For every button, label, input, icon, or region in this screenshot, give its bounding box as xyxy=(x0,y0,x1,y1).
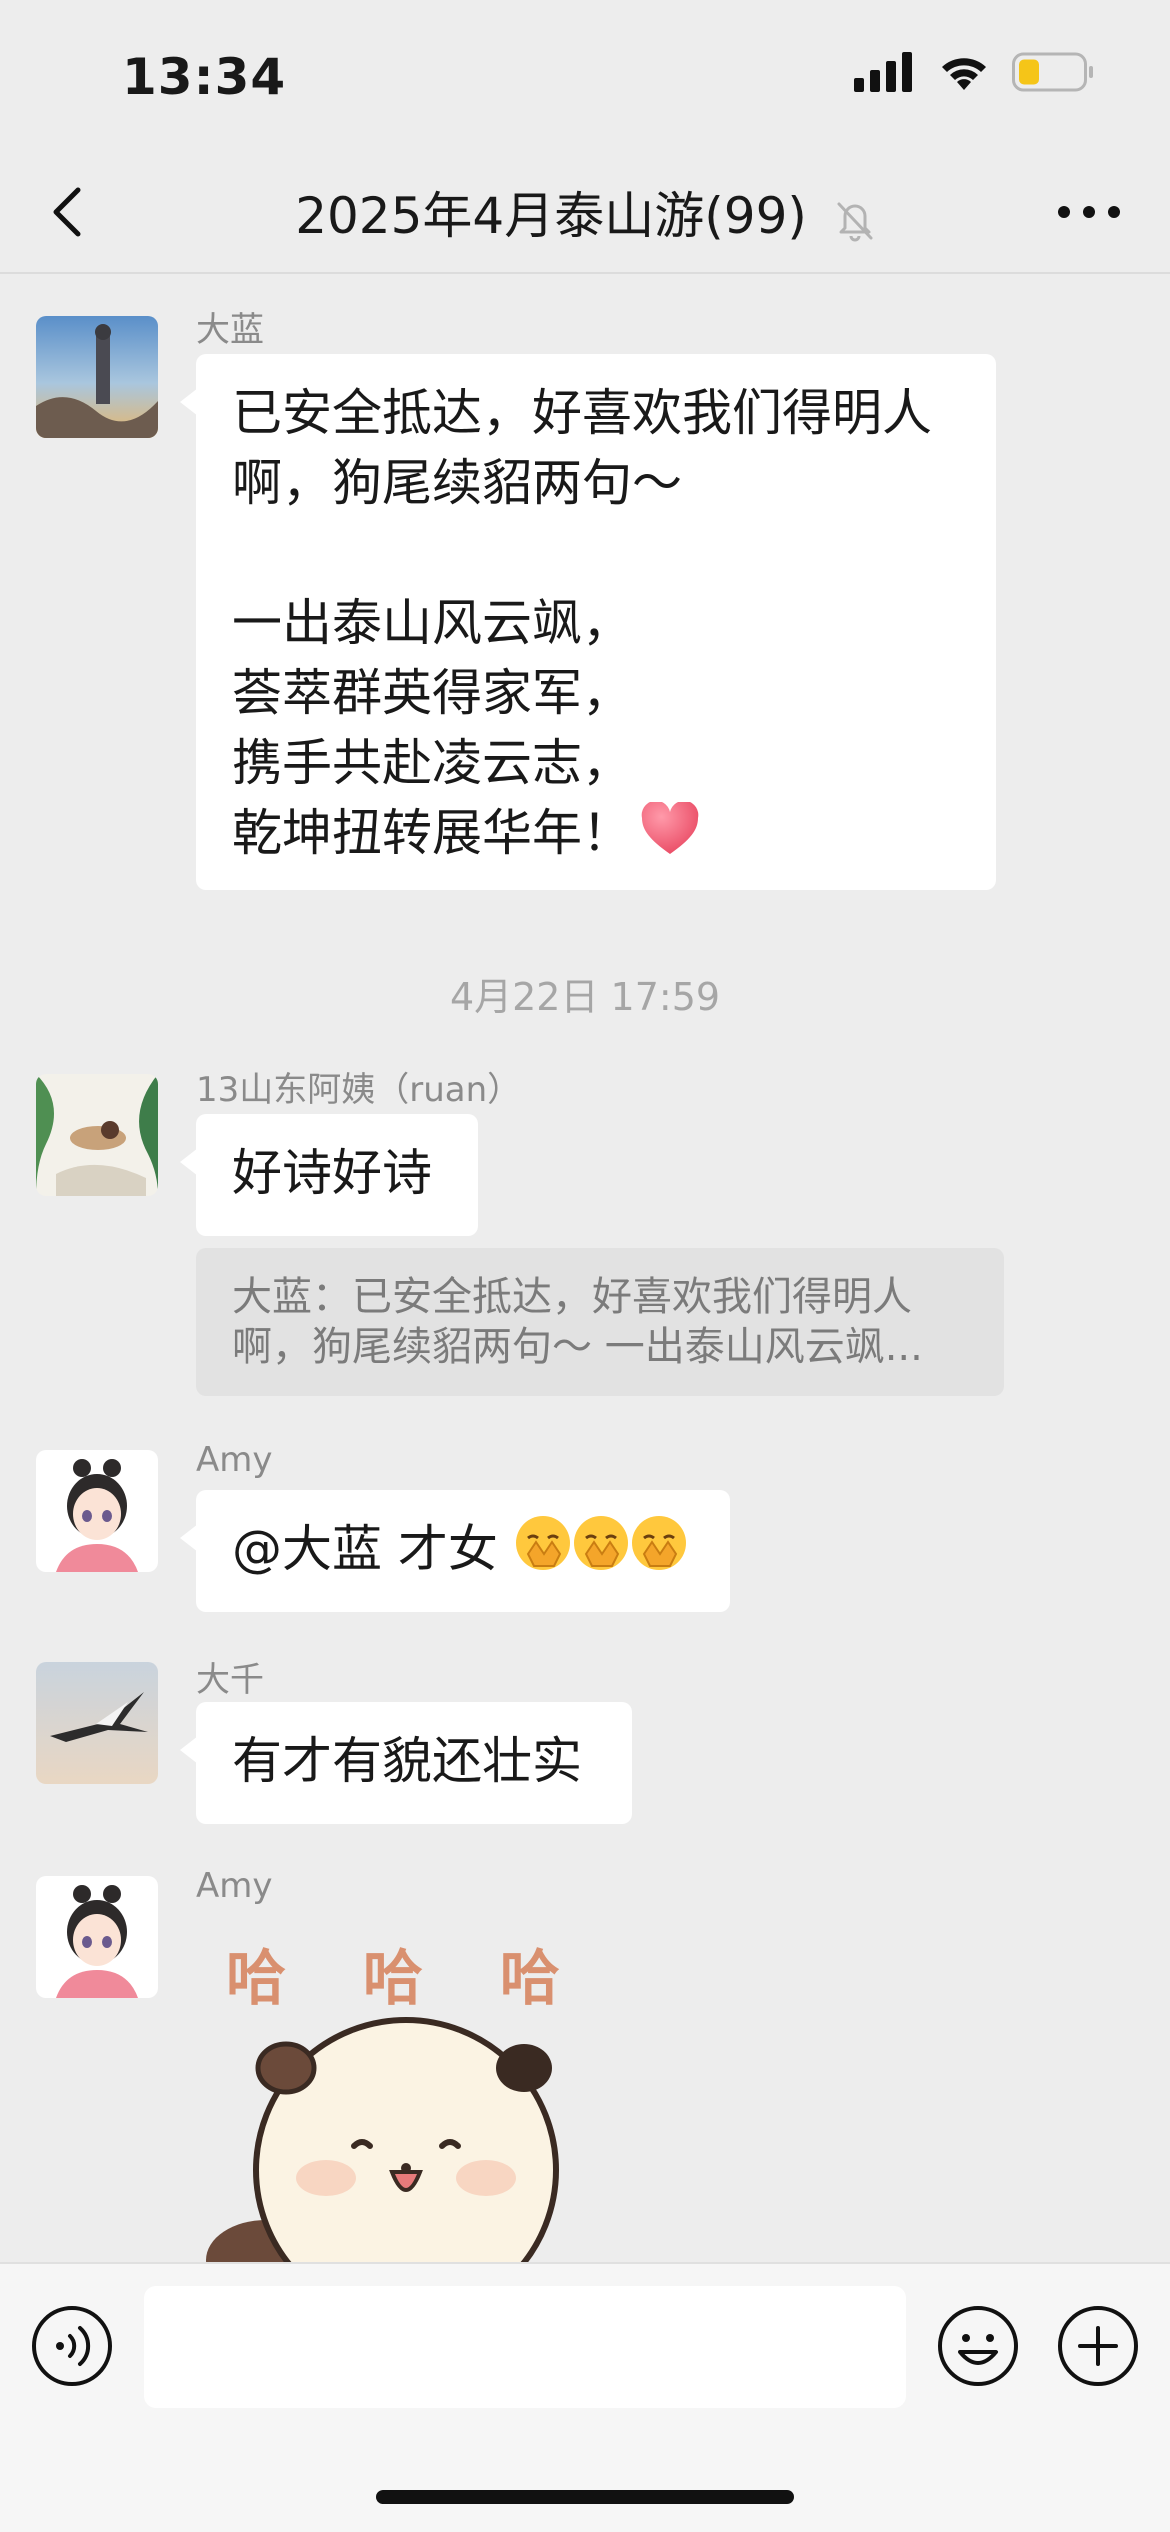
avatar-daqian[interactable] xyxy=(36,1662,158,1784)
heart-icon xyxy=(641,802,699,854)
avatar-daqian-image xyxy=(36,1662,158,1784)
sender-name: 大蓝 xyxy=(196,310,264,350)
chat-screen: 13:34 2025年4月泰山游(99) 大蓝 已安全抵达，好喜欢我们得明人 啊… xyxy=(0,0,1170,2532)
avatar-amy[interactable] xyxy=(36,1876,158,1998)
message-line-last: 乾坤扭转展华年！ xyxy=(232,798,960,868)
quoted-text-line: 啊，狗尾续貂两句～ 一出泰山风云飒... xyxy=(232,1324,923,1370)
wifi-icon xyxy=(942,58,986,90)
panda-laughing-sticker[interactable]: 哈 哈 哈 xyxy=(196,1920,616,2264)
chat-header: 2025年4月泰山游(99) xyxy=(0,150,1170,274)
sender-name: 13山东阿姨（ruan） xyxy=(196,1070,522,1110)
avatar-amy[interactable] xyxy=(36,1450,158,1572)
status-bar: 13:34 xyxy=(0,0,1170,150)
message-line-text: 乾坤扭转展华年！ xyxy=(232,804,632,862)
cellular-signal-icon xyxy=(854,52,912,92)
message-line: 携手共赴凌云志， xyxy=(232,734,632,792)
mute-bell-icon xyxy=(837,202,873,241)
timestamp: 4月22日 17:59 xyxy=(449,975,721,1019)
hand-over-mouth-emoji-icon xyxy=(631,1516,686,1570)
avatar-shandong-ayi[interactable] xyxy=(36,1074,158,1196)
battery-icon xyxy=(1012,52,1093,92)
status-time: 13:34 xyxy=(122,48,287,106)
quoted-text-line: 大蓝：已安全抵达，好喜欢我们得明人 xyxy=(232,1274,912,1320)
message-input[interactable] xyxy=(144,2286,906,2408)
hand-over-mouth-emoji-icon xyxy=(515,1516,570,1570)
message-line: 啊，狗尾续貂两句～ xyxy=(232,454,682,512)
avatar-dalan-image xyxy=(36,316,158,438)
message-text: 好诗好诗 xyxy=(232,1144,432,1202)
panda-icon xyxy=(206,2017,559,2264)
message-text: 有才有貌还壮实 xyxy=(232,1732,582,1790)
message-line: 已安全抵达，好喜欢我们得明人 xyxy=(232,384,932,442)
avatar-shandong-ayi-image xyxy=(36,1074,158,1196)
message-bubble[interactable]: @大蓝 才女 xyxy=(180,1490,730,1612)
avatar-dalan[interactable] xyxy=(36,316,158,438)
chat-title-container: 2025年4月泰山游(99) xyxy=(0,176,1170,248)
home-indicator xyxy=(376,2490,794,2504)
message-bubble-poem[interactable]: 已安全抵达，好喜欢我们得明人 啊，狗尾续貂两句～ 一出泰山风云飒， 荟萃群英得家… xyxy=(180,354,996,890)
avatar-amy-image xyxy=(36,1450,158,1572)
status-icons xyxy=(854,52,1094,92)
avatar-amy-image xyxy=(36,1876,158,1998)
message-bubble[interactable]: 好诗好诗 xyxy=(180,1114,478,1236)
voice-input-icon[interactable] xyxy=(30,2304,114,2388)
chat-title: 2025年4月泰山游(99) xyxy=(295,187,807,245)
quoted-reply[interactable]: 大蓝：已安全抵达，好喜欢我们得明人 啊，狗尾续貂两句～ 一出泰山风云飒... xyxy=(196,1248,1004,1396)
more-options-icon[interactable] xyxy=(1054,200,1124,224)
message-line: 荟萃群英得家军， xyxy=(232,664,632,722)
emoji-icon[interactable] xyxy=(936,2304,1020,2388)
sender-name: Amy xyxy=(196,1440,273,1480)
plus-icon[interactable] xyxy=(1056,2304,1140,2388)
message-bubble[interactable]: 有才有貌还壮实 xyxy=(180,1702,632,1824)
message-text: @大蓝 才女 xyxy=(232,1520,498,1578)
message-line-blank xyxy=(232,518,960,588)
sender-name: Amy xyxy=(196,1866,273,1906)
message-line: 一出泰山风云飒， xyxy=(232,594,632,652)
sender-name: 大千 xyxy=(196,1660,264,1700)
hand-over-mouth-emoji-icon xyxy=(573,1516,628,1570)
